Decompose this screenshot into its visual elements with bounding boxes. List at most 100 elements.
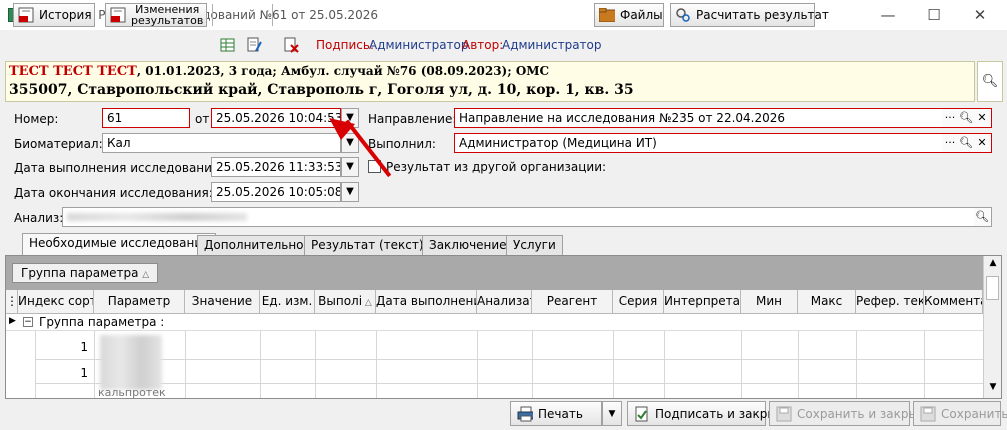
grid-header-parameter[interactable]: Параметр: [94, 290, 185, 314]
grid-vline: [376, 331, 377, 398]
delete-document-icon[interactable]: [283, 37, 299, 53]
grid-vline: [185, 331, 186, 398]
grid-vline: [924, 331, 925, 398]
direction-field[interactable]: Направление на исследования №235 от 22.0…: [454, 108, 992, 128]
performed-search-icon[interactable]: 🔍︎: [958, 134, 974, 152]
changes-label-line2: результатов: [131, 14, 204, 27]
grid-header-reagent[interactable]: Реагент: [532, 290, 613, 314]
grid-header-max[interactable]: Макс: [798, 290, 856, 314]
table-grid-icon[interactable]: [220, 37, 236, 53]
grid-hline: [36, 383, 983, 384]
grid-header-interpretation[interactable]: Интерпретац: [664, 290, 741, 314]
scroll-thumb[interactable]: [986, 276, 999, 300]
grid-vline: [856, 331, 857, 398]
direction-browse-button[interactable]: ···: [942, 109, 958, 127]
history-button[interactable]: История: [13, 3, 95, 27]
patient-line1: ТЕСТ ТЕСТ ТЕСТ, 01.01.2023, 3 года; Амбу…: [9, 64, 549, 79]
end-date-field[interactable]: 25.05.2026 10:05:08: [211, 182, 341, 202]
tab-conclusion[interactable]: Заключение: [422, 235, 514, 255]
files-button[interactable]: Файлы: [594, 3, 664, 27]
save-label: Сохранить: [941, 406, 1007, 421]
performed-clear-icon[interactable]: ✕: [974, 134, 990, 152]
signature-value: Администратор: [369, 38, 469, 52]
sort-asc-icon: △: [142, 270, 150, 280]
row-indicator-icon: ▶: [9, 316, 16, 326]
performed-field[interactable]: Администратор (Медицина ИТ): [454, 133, 992, 153]
end-date-label: Дата окончания исследования:: [14, 186, 213, 200]
performed-browse-button[interactable]: ···: [942, 134, 958, 152]
row2-index: 1: [80, 366, 88, 380]
tab-required-studies[interactable]: Необходимые исследования: [22, 233, 217, 255]
from-date-field[interactable]: 25.05.2026 10:04:53: [211, 108, 341, 128]
performed-label: Выполнил:: [368, 137, 436, 151]
grid-header-unit[interactable]: Ед. изм.: [260, 290, 315, 314]
printer-icon: [517, 406, 533, 422]
grid-vline: [798, 331, 799, 398]
number-field[interactable]: 61: [102, 108, 190, 128]
save-button[interactable]: Сохранить: [913, 401, 1007, 426]
tab-result-text[interactable]: Результат (текст): [304, 235, 431, 255]
author-label: Автор:: [462, 38, 504, 52]
grid-vline: [664, 331, 665, 398]
calculate-result-button[interactable]: Расчитать результат: [670, 3, 829, 27]
direction-clear-icon[interactable]: ✕: [974, 109, 990, 127]
changes-results-button[interactable]: Изменения результатов: [105, 3, 207, 27]
grid-vline: [613, 331, 614, 398]
save-close-label: Сохранить и закрыть: [797, 406, 933, 421]
save-close-button[interactable]: Сохранить и закрыть: [769, 401, 932, 426]
grid-header-indicator: ⋮: [6, 290, 18, 314]
other-org-label: Результат из другой организации:: [386, 160, 607, 174]
folder-icon: [599, 7, 615, 23]
save-icon: [920, 406, 936, 422]
grid-vertical-scrollbar[interactable]: ▲ ▼: [983, 256, 1001, 398]
grid-header-analyzer[interactable]: Анализат: [477, 290, 532, 314]
files-label: Файлы: [620, 8, 663, 22]
direction-search-icon[interactable]: 🔍︎: [958, 109, 974, 127]
calculate-icon: [675, 7, 691, 23]
grid-vline: [532, 331, 533, 398]
grid-header-min[interactable]: Мин: [741, 290, 798, 314]
analysis-search-icon[interactable]: 🔍︎: [974, 208, 990, 226]
print-dropdown-button[interactable]: ▼: [602, 401, 622, 426]
collapse-icon[interactable]: −: [23, 317, 33, 327]
exec-date-field[interactable]: 25.05.2026 11:33:53: [211, 157, 341, 177]
analysis-field[interactable]: [62, 207, 992, 227]
exec-date-label: Дата выполнения исследования:: [14, 161, 224, 175]
grid-header-value[interactable]: Значение: [185, 290, 260, 314]
grid-header-comment[interactable]: Коммента: [924, 290, 983, 314]
grid-header-performed[interactable]: Выполі △: [315, 290, 376, 314]
exec-date-dropdown[interactable]: ▼: [341, 157, 359, 177]
biomaterial-field[interactable]: Кал: [102, 133, 341, 153]
patient-name: ТЕСТ ТЕСТ ТЕСТ: [9, 64, 137, 79]
group-by-panel[interactable]: Группа параметра △: [12, 263, 159, 283]
row1-index: 1: [80, 340, 88, 354]
close-window-button[interactable]: ✕: [970, 5, 990, 25]
grid-header-index[interactable]: Индекс сорт: [18, 290, 94, 314]
edit-document-icon[interactable]: [246, 37, 262, 53]
print-button[interactable]: Печать: [510, 401, 602, 426]
tab-services[interactable]: Услуги: [506, 235, 563, 255]
partial-parameter-text: кальпротек: [98, 386, 166, 398]
tab-additional[interactable]: Дополнительно: [197, 235, 311, 255]
grid-header-series[interactable]: Серия: [613, 290, 664, 314]
scroll-up-icon[interactable]: ▲: [986, 258, 1000, 272]
patient-search-icon[interactable]: 🔍︎: [977, 61, 1003, 102]
grid-vline: [260, 331, 261, 398]
history-log-icon: [18, 7, 34, 23]
end-date-dropdown[interactable]: ▼: [341, 182, 359, 202]
minimize-button[interactable]: —: [878, 5, 898, 25]
author-value: Администратор: [502, 38, 602, 52]
grid-indent-column: [6, 331, 36, 398]
save-close-icon: [776, 406, 792, 422]
calculate-label: Расчитать результат: [696, 8, 829, 22]
parameter-blurred-values: [100, 335, 162, 390]
grid-header-reference-text[interactable]: Рефер. тек: [856, 290, 924, 314]
group-row[interactable]: ▶ − Группа параметра :: [6, 314, 983, 331]
biomaterial-label: Биоматериал:: [14, 137, 103, 151]
patient-details: , 01.01.2023, 3 года; Амбул. случай №76 …: [136, 64, 550, 78]
maximize-button[interactable]: ☐: [924, 5, 944, 25]
direction-label: Направление:: [368, 112, 457, 126]
grid-header-exec-date[interactable]: Дата выполнени: [376, 290, 477, 314]
scroll-down-icon[interactable]: ▼: [986, 382, 1000, 396]
sign-close-button[interactable]: Подписать и закрыть: [627, 401, 791, 426]
